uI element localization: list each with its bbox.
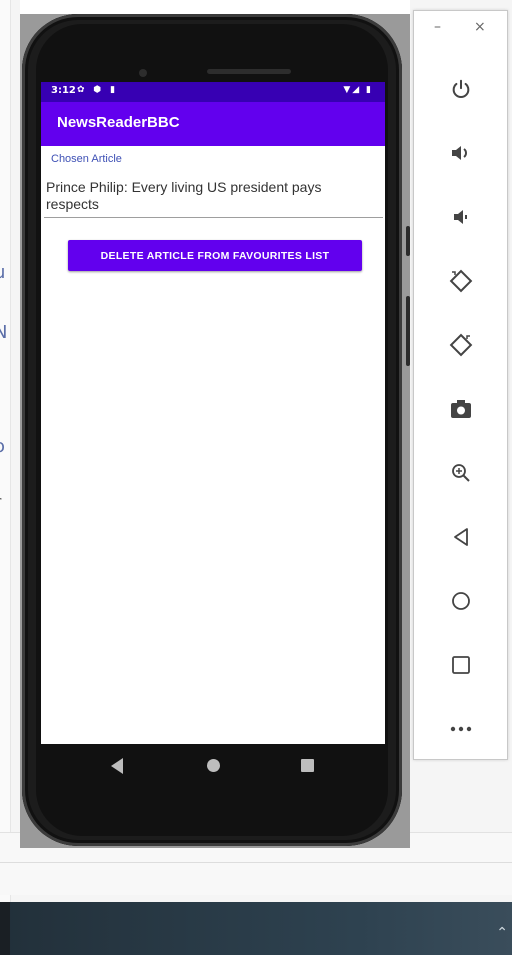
front-camera [139,69,147,77]
status-signal-battery-icons: ▼◢ ▮ [343,85,373,95]
status-bar: 3:12 ✿ ⬢ ▮ ▼◢ ▮ [41,82,385,102]
nav-home-icon[interactable] [207,759,220,772]
status-time: 3:12 [51,85,76,96]
android-nav-bar [41,744,385,788]
ide-divider [0,862,512,863]
ide-text-fragment: o [0,436,5,457]
emulator-toolbar: – × [413,10,508,760]
chosen-article-label: Chosen Article [51,153,122,165]
home-icon[interactable] [414,581,507,621]
nav-recents-icon[interactable] [301,759,314,772]
ide-text-fragment: r [0,492,1,513]
emulator-title-strip [20,0,410,14]
camera-icon[interactable] [414,389,507,429]
more-icon[interactable] [414,709,507,749]
rotate-left-icon[interactable] [414,261,507,301]
volume-up-icon[interactable] [414,133,507,173]
close-button[interactable]: × [474,19,486,35]
phone-side-button [406,296,410,366]
power-icon[interactable] [414,69,507,109]
phone-side-button [406,226,410,256]
back-icon[interactable] [414,517,507,557]
phone-screen: 3:12 ✿ ⬢ ▮ ▼◢ ▮ NewsReaderBBC Chosen Art… [41,82,385,744]
divider [44,217,383,218]
rotate-right-icon[interactable] [414,325,507,365]
zoom-icon[interactable] [414,453,507,493]
article-title: Prince Philip: Every living US president… [46,179,322,212]
taskbar-chevron-icon[interactable]: ⌃ [496,925,508,941]
status-notification-icons: ✿ ⬢ ▮ [77,85,119,95]
nav-back-icon[interactable] [111,758,123,774]
earpiece-speaker [207,69,291,74]
overview-icon[interactable] [414,645,507,685]
windows-taskbar [0,902,512,955]
app-bar: NewsReaderBBC [41,102,385,146]
volume-down-icon[interactable] [414,197,507,237]
ide-text-fragment: u [0,262,5,283]
app-title: NewsReaderBBC [57,114,180,131]
taskbar-edge [0,902,10,955]
minimize-button[interactable]: – [434,19,441,35]
delete-from-favourites-button[interactable]: DELETE ARTICLE FROM FAVOURITES LIST [68,240,362,271]
ide-text-fragment: N [0,322,8,343]
